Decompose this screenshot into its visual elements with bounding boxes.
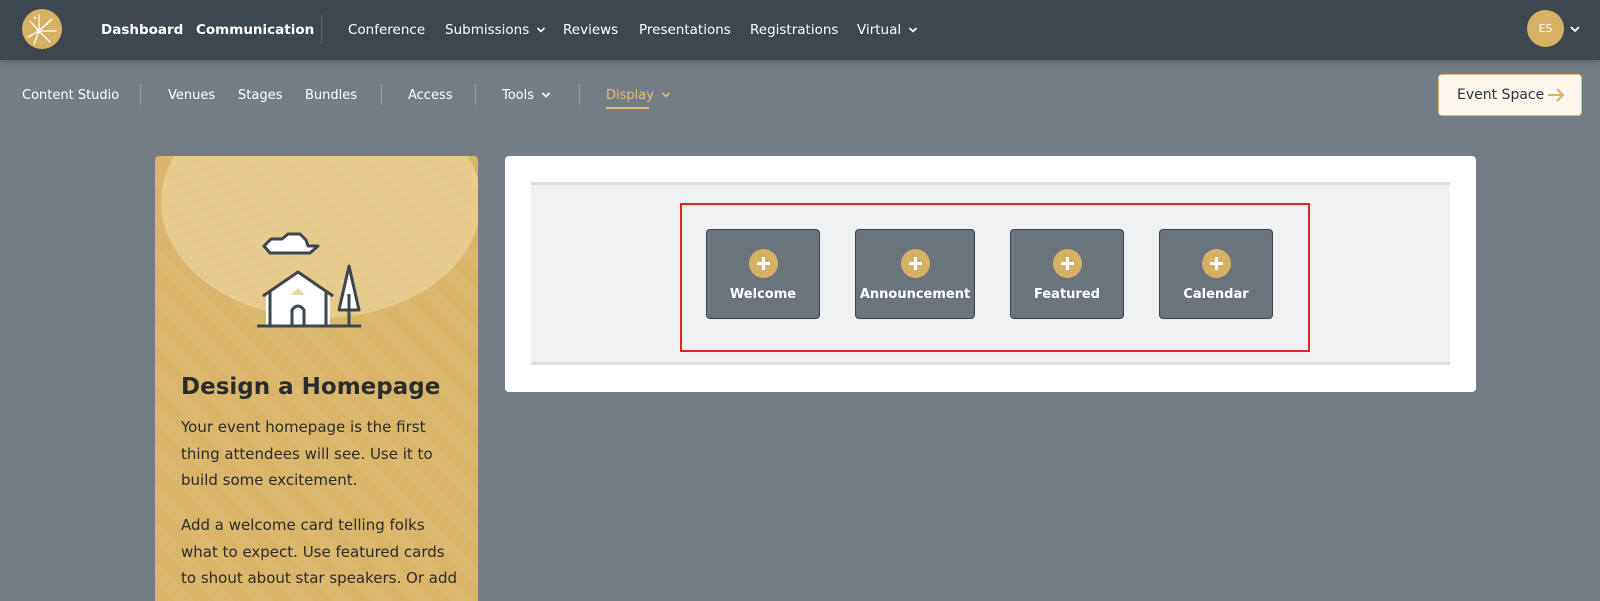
- arrow-right-icon: [1547, 87, 1565, 103]
- card-type-label: Featured: [1034, 287, 1100, 302]
- plus-icon: [1202, 249, 1231, 278]
- add-calendar-card-button[interactable]: Calendar: [1159, 229, 1273, 319]
- nav-communication[interactable]: Communication: [196, 0, 314, 60]
- top-navigation: Dashboard Communication Conference Submi…: [0, 0, 1600, 60]
- subnav-divider: [381, 84, 382, 105]
- plus-icon: [749, 249, 778, 278]
- nav-virtual[interactable]: Virtual: [857, 0, 918, 60]
- subnav-display[interactable]: Display: [606, 84, 671, 106]
- event-space-button[interactable]: Event Space: [1438, 74, 1582, 116]
- active-tab-indicator: [606, 107, 649, 109]
- user-avatar[interactable]: ES: [1527, 10, 1564, 47]
- chevron-down-icon: [541, 90, 551, 100]
- nav-registrations[interactable]: Registrations: [750, 0, 838, 60]
- nav-submissions[interactable]: Submissions: [445, 0, 546, 60]
- card-paragraph: Your event homepage is the first thing a…: [181, 418, 433, 489]
- add-welcome-card-button[interactable]: Welcome: [706, 229, 820, 319]
- plus-icon: [901, 249, 930, 278]
- subnav-access[interactable]: Access: [408, 84, 453, 106]
- chevron-down-icon: [908, 25, 918, 35]
- nav-reviews[interactable]: Reviews: [563, 0, 618, 60]
- house-illustration-icon: [255, 222, 375, 332]
- chevron-down-icon: [661, 90, 671, 100]
- nav-conference[interactable]: Conference: [348, 0, 425, 60]
- add-announcement-card-button[interactable]: Announcement: [855, 229, 975, 319]
- subnav-content-studio[interactable]: Content Studio: [22, 84, 119, 106]
- app-logo-icon[interactable]: [22, 9, 62, 49]
- nav-presentations[interactable]: Presentations: [639, 0, 731, 60]
- card-title: Design a Homepage: [181, 374, 441, 400]
- chevron-down-icon: [536, 25, 546, 35]
- subnav-venues[interactable]: Venues: [168, 84, 215, 106]
- nav-divider: [321, 15, 322, 44]
- subnav-stages[interactable]: Stages: [238, 84, 282, 106]
- subnav-divider: [579, 84, 580, 105]
- chevron-down-icon[interactable]: [1569, 23, 1581, 35]
- design-homepage-card: Design a Homepage Your event homepage is…: [155, 156, 478, 601]
- subnav-bundles[interactable]: Bundles: [305, 84, 357, 106]
- subnav-divider: [475, 84, 476, 105]
- subnav-divider: [140, 84, 141, 105]
- card-type-label: Welcome: [729, 287, 797, 302]
- card-type-label: Calendar: [1183, 287, 1249, 302]
- subnav-tools[interactable]: Tools: [502, 84, 551, 106]
- card-type-label: Announcement: [859, 287, 971, 302]
- nav-dashboard[interactable]: Dashboard: [101, 0, 183, 60]
- plus-icon: [1053, 249, 1082, 278]
- add-featured-card-button[interactable]: Featured: [1010, 229, 1124, 319]
- card-paragraph: Add a welcome card telling folks what to…: [181, 516, 457, 601]
